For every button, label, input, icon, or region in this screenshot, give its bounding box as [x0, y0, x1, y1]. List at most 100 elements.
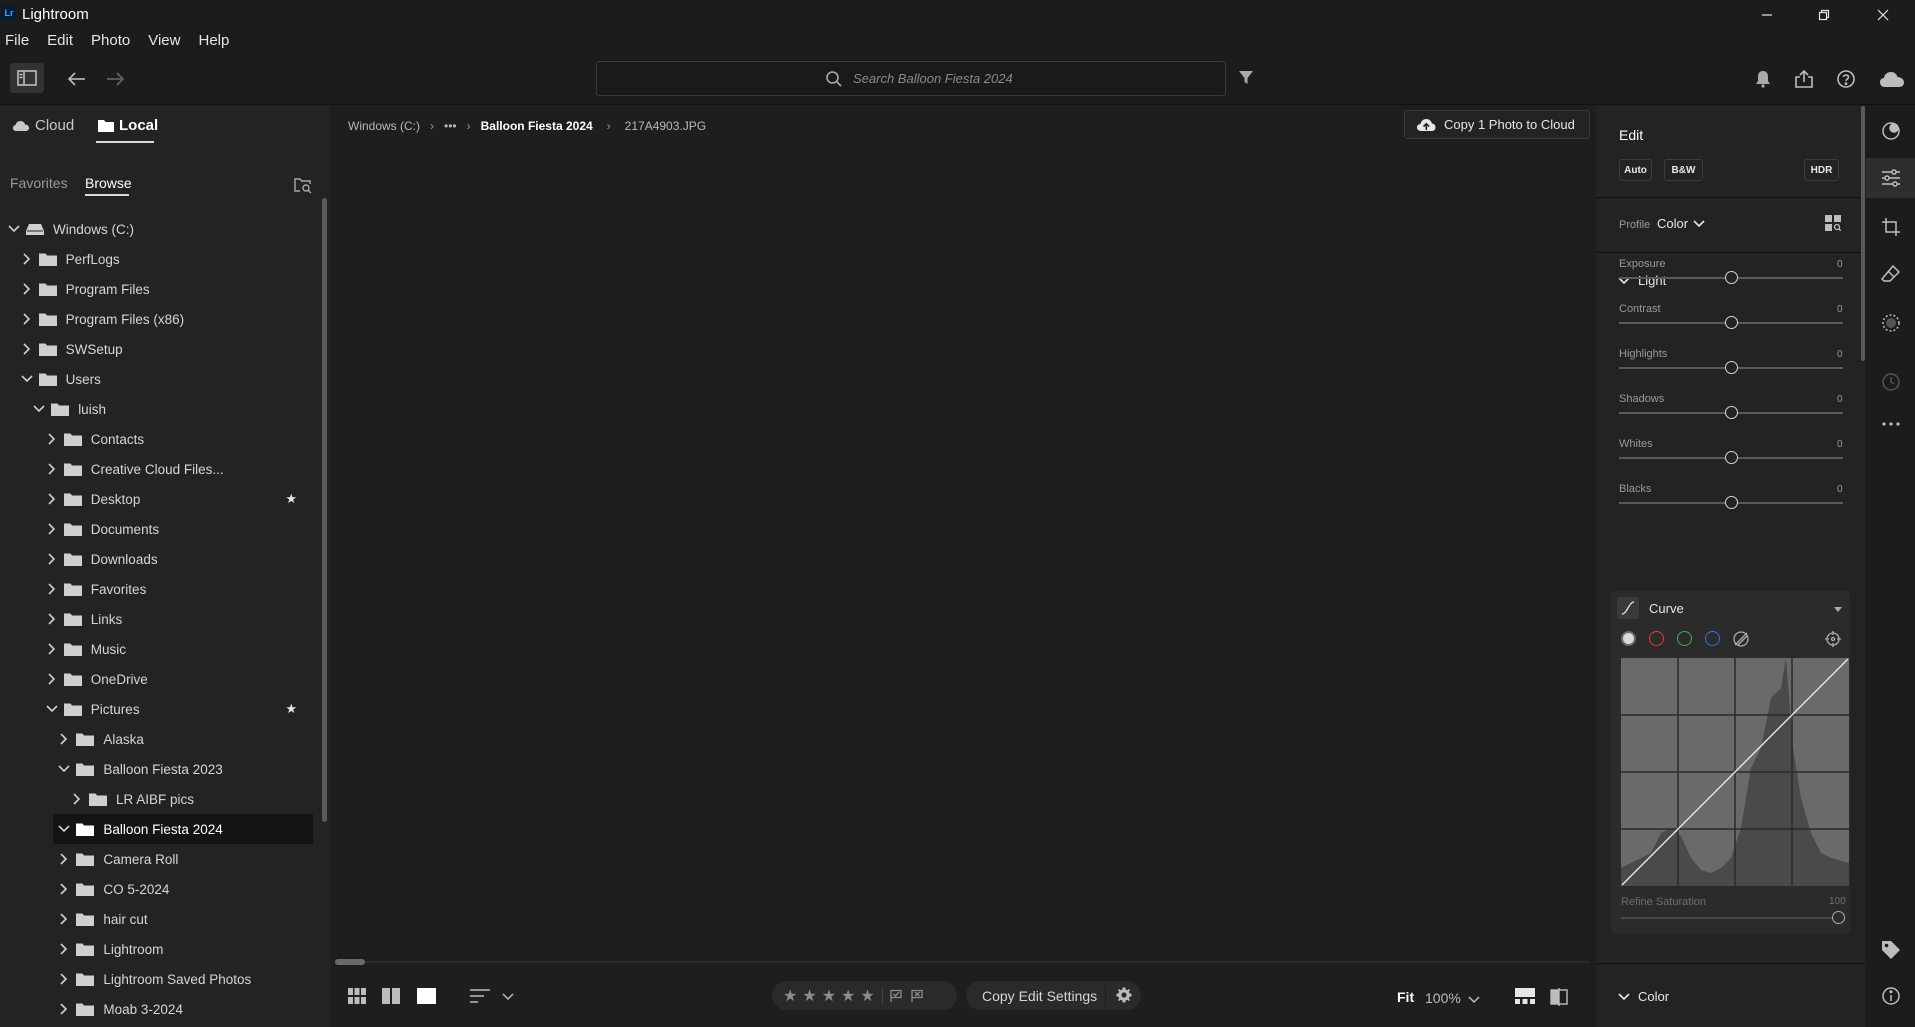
highlights-slider-thumb[interactable] [1725, 361, 1738, 374]
folder-row-balloon-fiesta-2024[interactable]: Balloon Fiesta 2024 [53, 814, 313, 844]
chevron-right-icon[interactable] [58, 943, 70, 955]
search-input[interactable]: Search Balloon Fiesta 2024 [596, 61, 1226, 96]
chevron-right-icon[interactable] [46, 433, 58, 445]
filmstrip-scrollbar[interactable] [335, 959, 365, 965]
keywords-tool[interactable] [1866, 930, 1915, 970]
restore-button[interactable] [1801, 0, 1847, 29]
filmstrip-toggle-button[interactable] [1515, 988, 1537, 1006]
zoom-dropdown-button[interactable] [1468, 993, 1480, 1004]
minimize-button[interactable] [1744, 0, 1790, 29]
sort-dropdown-button[interactable] [502, 990, 516, 1004]
folder-row-moab-3-2024[interactable]: Moab 3-2024 [0, 994, 320, 1024]
chevron-right-icon[interactable] [46, 463, 58, 475]
target-adjust-icon[interactable] [1825, 631, 1841, 647]
folder-row-lightroom[interactable]: Lightroom [0, 934, 320, 964]
color-section-header[interactable]: Color [1618, 989, 1669, 1004]
chevron-right-icon[interactable] [46, 493, 58, 505]
chevron-right-icon[interactable] [46, 523, 58, 535]
star-rating-2[interactable]: ★ [802, 986, 816, 1006]
chevron-right-icon[interactable] [46, 583, 58, 595]
chevron-right-icon[interactable] [46, 613, 58, 625]
chevron-down-icon[interactable] [33, 403, 45, 415]
panel-toggle-button[interactable] [10, 63, 44, 93]
back-button[interactable] [62, 66, 92, 92]
folder-row-desktop[interactable]: Desktop ★ [0, 484, 320, 514]
history-tool[interactable] [1866, 362, 1915, 402]
folder-row-hair-cut[interactable]: hair cut [0, 904, 320, 934]
presets-tool[interactable] [1866, 111, 1915, 151]
whites-value[interactable]: 0 [1837, 439, 1843, 450]
sort-button[interactable] [470, 988, 492, 1006]
folder-row-contacts[interactable]: Contacts [0, 424, 320, 454]
folder-row-program-files[interactable]: Program Files [0, 274, 320, 304]
folder-row-music[interactable]: Music [0, 634, 320, 664]
channel-blue-button[interactable] [1705, 631, 1720, 646]
hdr-button[interactable]: HDR [1804, 159, 1839, 181]
left-panel-scrollbar[interactable] [322, 198, 327, 822]
contrast-slider-thumb[interactable] [1725, 316, 1738, 329]
chevron-down-icon[interactable] [46, 703, 58, 715]
star-rating-3[interactable]: ★ [822, 986, 836, 1006]
menu-photo[interactable]: Photo [91, 29, 130, 54]
folder-row-onedrive[interactable]: OneDrive [0, 664, 320, 694]
tab-favorites[interactable]: Favorites [10, 175, 68, 191]
breadcrumb-folder[interactable]: Balloon Fiesta 2024 [481, 119, 593, 133]
star-rating-4[interactable]: ★ [841, 986, 855, 1006]
chevron-right-icon[interactable] [46, 643, 58, 655]
edit-panel-scrollbar[interactable] [1861, 106, 1865, 361]
parametric-curve-icon[interactable] [1733, 631, 1749, 647]
folder-row-creative-cloud-files[interactable]: Creative Cloud Files... [0, 454, 320, 484]
before-after-button[interactable] [1550, 988, 1572, 1006]
chevron-down-icon[interactable] [21, 373, 33, 385]
crop-tool[interactable] [1866, 207, 1915, 247]
more-tools[interactable] [1866, 404, 1915, 444]
menu-edit[interactable]: Edit [47, 29, 73, 54]
masking-tool[interactable] [1866, 303, 1915, 343]
blacks-slider-thumb[interactable] [1725, 496, 1738, 509]
channel-red-button[interactable] [1649, 631, 1664, 646]
edit-tool[interactable] [1866, 158, 1915, 198]
star-rating-1[interactable]: ★ [783, 986, 797, 1006]
reject-flag-icon[interactable] [910, 989, 924, 1003]
exposure-slider-thumb[interactable] [1725, 271, 1738, 284]
chevron-right-icon[interactable] [58, 913, 70, 925]
tab-cloud[interactable]: Cloud [12, 117, 74, 134]
notifications-button[interactable] [1752, 67, 1774, 91]
contrast-value[interactable]: 0 [1837, 304, 1843, 315]
chevron-right-icon[interactable] [46, 673, 58, 685]
compare-view-button[interactable] [382, 988, 402, 1006]
breadcrumb-drive[interactable]: Windows (C:) [348, 119, 420, 133]
folder-row-co-5-2024[interactable]: CO 5-2024 [0, 874, 320, 904]
light-section-header[interactable]: Light [1618, 273, 1666, 288]
chevron-right-icon[interactable] [71, 793, 83, 805]
detail-view-button[interactable] [417, 988, 437, 1006]
folder-row-luish[interactable]: luish [0, 394, 320, 424]
zoom-fit-button[interactable]: Fit [1397, 989, 1414, 1005]
highlights-value[interactable]: 0 [1837, 349, 1843, 360]
folder-row-lr-aibf-pics[interactable]: LR AIBF pics [0, 784, 320, 814]
channel-rgb-button[interactable] [1621, 631, 1636, 646]
channel-green-button[interactable] [1677, 631, 1692, 646]
folder-row-favorites[interactable]: Favorites [0, 574, 320, 604]
filter-button[interactable] [1236, 67, 1256, 89]
bw-button[interactable]: B&W [1664, 159, 1703, 181]
favorite-star-icon[interactable]: ★ [285, 701, 297, 717]
chevron-down-icon[interactable] [58, 823, 70, 835]
chevron-right-icon[interactable] [21, 343, 33, 355]
folder-row-users[interactable]: Users [0, 364, 320, 394]
shadows-slider-thumb[interactable] [1725, 406, 1738, 419]
star-rating-5[interactable]: ★ [860, 986, 874, 1006]
refine-saturation-thumb[interactable] [1832, 911, 1845, 924]
chevron-right-icon[interactable] [58, 1003, 70, 1015]
healing-tool[interactable] [1866, 254, 1915, 294]
copy-edit-settings-button[interactable]: Copy Edit Settings [966, 981, 1141, 1010]
caret-down-icon[interactable] [1834, 607, 1842, 613]
browse-search-button[interactable] [294, 176, 312, 194]
chevron-down-icon[interactable] [58, 763, 70, 775]
help-button[interactable] [1834, 67, 1858, 91]
folder-row-balloon-fiesta-2023[interactable]: Balloon Fiesta 2023 [0, 754, 320, 784]
whites-slider-thumb[interactable] [1725, 451, 1738, 464]
chevron-right-icon[interactable] [46, 553, 58, 565]
folder-row-camera-roll[interactable]: Camera Roll [0, 844, 320, 874]
share-button[interactable] [1792, 67, 1816, 91]
